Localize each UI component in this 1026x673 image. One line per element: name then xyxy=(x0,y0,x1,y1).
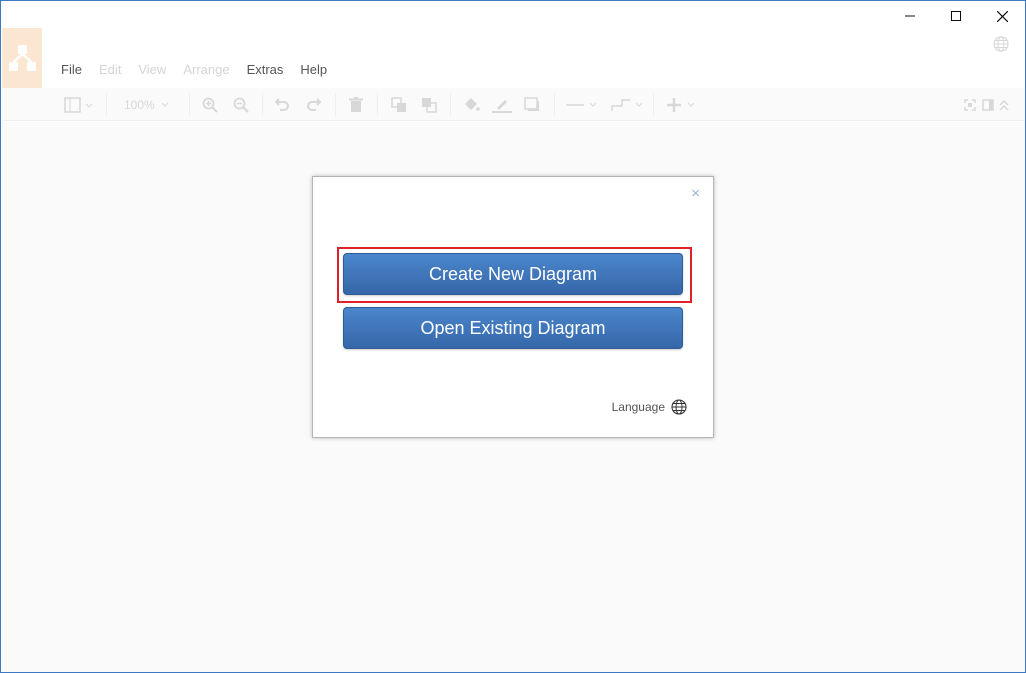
menu-edit[interactable]: Edit xyxy=(99,62,121,80)
zoom-dropdown[interactable]: 100% xyxy=(124,88,173,121)
menu-extras[interactable]: Extras xyxy=(247,62,284,80)
fill-color-icon[interactable] xyxy=(462,88,480,121)
connection-style-icon[interactable] xyxy=(566,88,598,121)
waypoints-icon[interactable] xyxy=(611,88,645,121)
menubar: File Edit View Arrange Extras Help xyxy=(61,62,344,80)
open-existing-diagram-label: Open Existing Diagram xyxy=(420,317,606,338)
fullscreen-icon[interactable] xyxy=(964,88,976,121)
maximize-icon xyxy=(951,11,961,21)
diagram-logo-icon xyxy=(9,45,36,71)
window-controls xyxy=(887,1,1025,31)
menu-help[interactable]: Help xyxy=(300,62,327,80)
minimize-icon xyxy=(905,15,915,17)
close-window-button[interactable] xyxy=(979,1,1025,31)
format-toggle-icon[interactable] xyxy=(982,88,994,121)
toolbar: 100% xyxy=(2,88,1025,121)
menu-arrange[interactable]: Arrange xyxy=(183,62,229,80)
format-panel-icon[interactable] xyxy=(64,88,94,121)
language-selector[interactable]: Language xyxy=(612,399,687,415)
undo-icon[interactable] xyxy=(274,88,290,121)
collapse-icon[interactable] xyxy=(998,88,1010,121)
dialog-close-button[interactable]: × xyxy=(691,186,700,201)
app-logo xyxy=(2,28,42,88)
maximize-button[interactable] xyxy=(933,1,979,31)
zoom-in-icon[interactable] xyxy=(202,88,218,121)
globe-icon xyxy=(671,399,687,415)
zoom-value: 100% xyxy=(124,97,155,112)
redo-icon[interactable] xyxy=(306,88,322,121)
shadow-icon[interactable] xyxy=(524,88,540,121)
language-globe-icon[interactable] xyxy=(993,36,1009,57)
insert-icon[interactable] xyxy=(667,88,699,121)
app-window: File Edit View Arrange Extras Help 100% xyxy=(0,0,1026,673)
close-icon xyxy=(996,10,1008,22)
menu-file[interactable]: File xyxy=(61,62,82,80)
chevron-down-icon xyxy=(161,102,169,107)
zoom-out-icon[interactable] xyxy=(233,88,249,121)
line-color-icon[interactable] xyxy=(492,88,512,121)
open-existing-diagram-button[interactable]: Open Existing Diagram xyxy=(343,307,683,349)
to-front-icon[interactable] xyxy=(391,88,407,121)
create-new-diagram-button[interactable]: Create New Diagram xyxy=(343,253,683,295)
delete-icon[interactable] xyxy=(349,88,363,121)
create-new-diagram-label: Create New Diagram xyxy=(428,263,598,284)
menu-view[interactable]: View xyxy=(138,62,166,80)
minimize-button[interactable] xyxy=(887,1,933,31)
startup-dialog: × Create New Diagram Open Existing Diagr… xyxy=(312,176,714,438)
language-label: Language xyxy=(611,400,665,414)
to-back-icon[interactable] xyxy=(421,88,437,121)
